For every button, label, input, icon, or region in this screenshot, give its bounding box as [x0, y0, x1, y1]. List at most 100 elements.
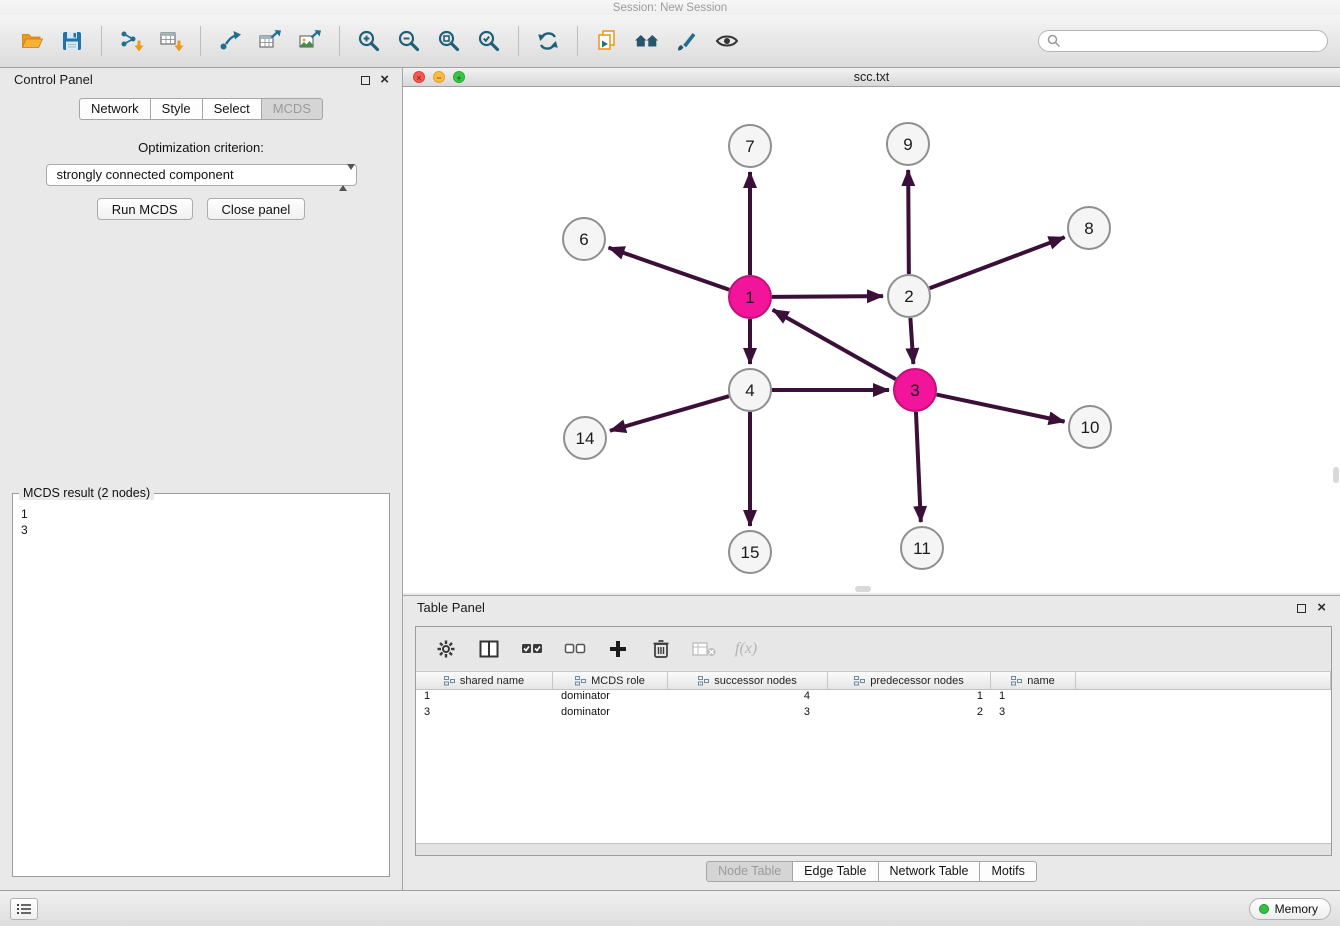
table-cell[interactable]: dominator: [553, 690, 668, 706]
zoom-in-icon: [356, 28, 382, 54]
float-panel-icon[interactable]: [1297, 604, 1306, 613]
graph-edge-1-6[interactable]: [609, 248, 730, 290]
tab-edge-table[interactable]: Edge Table: [792, 861, 878, 882]
search-input[interactable]: [1061, 34, 1319, 48]
export-image-button[interactable]: [290, 21, 330, 61]
minimize-window-icon[interactable]: [433, 71, 445, 83]
run-mcds-button[interactable]: Run MCDS: [97, 198, 193, 220]
table-horizontal-scrollbar[interactable]: [416, 843, 1331, 855]
column-header-name[interactable]: name: [991, 672, 1076, 689]
close-panel-icon[interactable]: ×: [380, 71, 389, 89]
deselect-all-button[interactable]: [563, 637, 587, 661]
close-panel-button[interactable]: Close panel: [207, 198, 306, 220]
search-field[interactable]: [1038, 30, 1328, 52]
column-visibility-button[interactable]: [477, 637, 501, 661]
destroy-table-button[interactable]: [692, 637, 716, 661]
table-cell[interactable]: 4: [668, 690, 828, 706]
maximize-window-icon[interactable]: [453, 71, 465, 83]
function-builder-button[interactable]: f(x): [735, 637, 757, 661]
copy-network-button[interactable]: [587, 21, 627, 61]
zoom-in-button[interactable]: [349, 21, 389, 61]
table-panel-tabs: Node TableEdge TableNetwork TableMotifs: [403, 861, 1340, 882]
graph-edge-3-1[interactable]: [773, 310, 896, 379]
main-toolbar: [0, 15, 1340, 68]
zoom-out-button[interactable]: [389, 21, 429, 61]
table-row[interactable]: 1dominator411: [416, 690, 1331, 706]
column-header-predecessor-nodes[interactable]: predecessor nodes: [828, 672, 991, 689]
add-row-button[interactable]: [606, 637, 630, 661]
apply-style-button[interactable]: [667, 21, 707, 61]
optimization-criterion-label: Optimization criterion:: [0, 140, 402, 155]
graph-edge-4-14[interactable]: [610, 396, 729, 431]
refresh-icon: [535, 28, 561, 54]
graph-node-label: 14: [576, 429, 595, 448]
show-panels-button[interactable]: [10, 898, 38, 920]
tab-motifs[interactable]: Motifs: [979, 861, 1036, 882]
mcds-result-box: MCDS result (2 nodes) 13: [12, 493, 390, 877]
graph-edge-1-2[interactable]: [772, 296, 883, 297]
export-table-button[interactable]: [250, 21, 290, 61]
table-cell[interactable]: 2: [828, 706, 991, 722]
table-row[interactable]: 3dominator323: [416, 706, 1331, 722]
vertical-scrollbar[interactable]: [1333, 467, 1339, 483]
zoom-fit-icon: [436, 28, 462, 54]
control-panel-title: Control Panel: [14, 72, 93, 87]
save-session-button[interactable]: [52, 21, 92, 61]
graphics-details-button[interactable]: [707, 21, 747, 61]
import-network-button[interactable]: [111, 21, 151, 61]
close-panel-icon[interactable]: ×: [1317, 599, 1326, 617]
column-settings-button[interactable]: [434, 637, 458, 661]
table-cell[interactable]: 1: [991, 690, 1076, 706]
tab-node-table[interactable]: Node Table: [706, 861, 793, 882]
tab-style[interactable]: Style: [150, 98, 203, 120]
table-panel-title: Table Panel: [417, 600, 485, 615]
graph-node-label: 11: [913, 539, 931, 558]
window-titlebar: Session: New Session: [0, 0, 1340, 15]
table-header-row: shared nameMCDS rolesuccessor nodesprede…: [416, 672, 1331, 690]
toolbar-separator: [200, 26, 201, 56]
plus-icon: [608, 639, 628, 659]
zoom-fit-button[interactable]: [429, 21, 469, 61]
tab-network-table[interactable]: Network Table: [878, 861, 981, 882]
float-panel-icon[interactable]: [361, 76, 370, 85]
zoom-selected-button[interactable]: [469, 21, 509, 61]
table-cell[interactable]: 3: [416, 706, 553, 722]
table-cell[interactable]: 3: [668, 706, 828, 722]
network-canvas[interactable]: 7968124314101511: [403, 87, 1340, 593]
gear-icon: [436, 639, 456, 659]
close-window-icon[interactable]: [413, 71, 425, 83]
column-header-shared-name[interactable]: shared name: [416, 672, 553, 689]
graph-edge-2-9[interactable]: [908, 170, 909, 274]
table-cell[interactable]: dominator: [553, 706, 668, 722]
optimization-criterion-select[interactable]: strongly connected component: [46, 164, 357, 186]
import-table-button[interactable]: [151, 21, 191, 61]
open-file-button[interactable]: [12, 21, 52, 61]
graph-edge-3-11[interactable]: [916, 412, 921, 522]
refresh-view-button[interactable]: [528, 21, 568, 61]
export-network-icon: [217, 28, 243, 54]
window-controls: [413, 71, 465, 83]
network-window-title: scc.txt: [403, 68, 1340, 87]
control-panel-tabs: NetworkStyleSelectMCDS: [0, 98, 402, 120]
delete-row-button[interactable]: [649, 637, 673, 661]
table-cell[interactable]: 1: [828, 690, 991, 706]
export-table-icon: [257, 28, 283, 54]
memory-button[interactable]: Memory: [1249, 898, 1331, 920]
tab-mcds[interactable]: MCDS: [261, 98, 323, 120]
column-header-successor-nodes[interactable]: successor nodes: [668, 672, 828, 689]
graph-edge-2-3[interactable]: [910, 318, 913, 364]
graph-edge-2-8[interactable]: [930, 237, 1065, 288]
network-view-window: scc.txt 7968124314101511: [403, 68, 1340, 593]
column-header-MCDS-role[interactable]: MCDS role: [553, 672, 668, 689]
tab-select[interactable]: Select: [202, 98, 262, 120]
select-all-button[interactable]: [520, 637, 544, 661]
horizontal-scrollbar[interactable]: [855, 586, 871, 592]
graph-node-label: 6: [579, 230, 588, 249]
graph-edge-3-10[interactable]: [937, 395, 1065, 422]
table-cell[interactable]: 3: [991, 706, 1076, 722]
tab-network[interactable]: Network: [79, 98, 151, 120]
home-button[interactable]: [627, 21, 667, 61]
control-panel-header: Control Panel ×: [0, 68, 402, 92]
export-network-button[interactable]: [210, 21, 250, 61]
table-cell[interactable]: 1: [416, 690, 553, 706]
